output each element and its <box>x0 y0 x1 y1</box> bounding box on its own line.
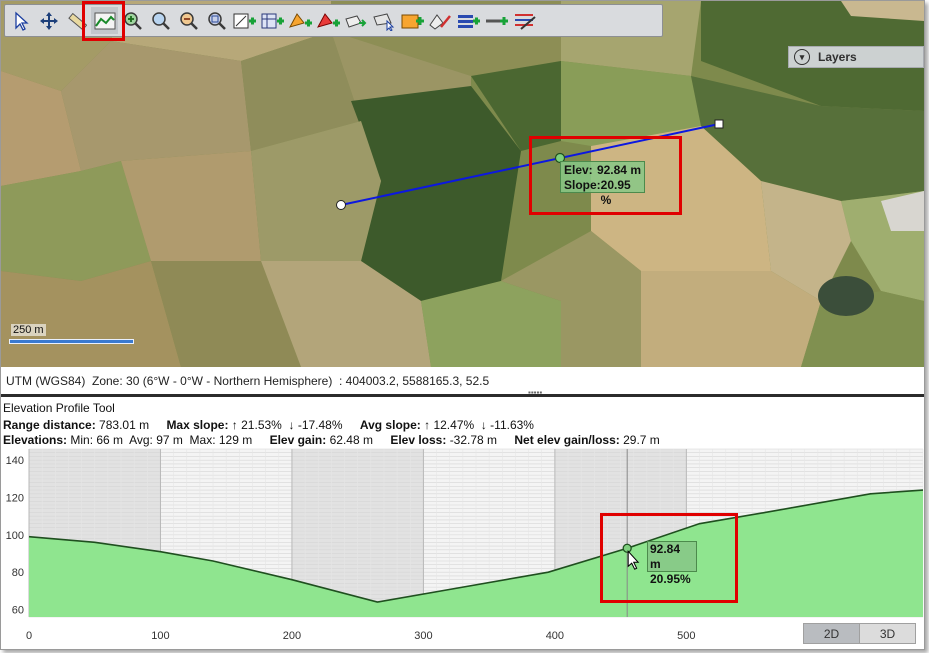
y-tick-label: 80 <box>12 567 24 579</box>
coordinate-readout: UTM (WGS84) Zone: 30 (6°W - 0°W - Northe… <box>6 374 490 388</box>
avg-slope-value: ↑ 12.47% ↓ -11.63% <box>424 418 534 432</box>
layer-style-icon[interactable] <box>511 7 538 34</box>
add-table-icon[interactable] <box>259 7 286 34</box>
add-polygon-red-icon[interactable] <box>315 7 342 34</box>
elev-loss-label: Elev loss: <box>390 433 447 447</box>
y-tick-label: 120 <box>6 493 24 505</box>
zoom-extent-icon[interactable] <box>203 7 230 34</box>
y-tick-label: 60 <box>12 605 24 617</box>
net-elev-label: Net elev gain/loss: <box>514 433 620 447</box>
zoom-out-icon[interactable] <box>175 7 202 34</box>
max-slope-value: ↑ 21.53% ↓ -17.48% <box>231 418 343 432</box>
edit-pen-icon[interactable] <box>427 7 454 34</box>
profile-stats-line-1: Range distance: 783.01 m Max slope: ↑ 21… <box>3 418 534 432</box>
x-tick-label: 500 <box>677 630 695 642</box>
panel-title: Elevation Profile Tool <box>3 401 115 415</box>
app-window: ▾ Layers Elev: 92.84 m Slope: 20.95 % 250 … <box>0 0 925 650</box>
add-grid-icon[interactable] <box>231 7 258 34</box>
y-tick-label: 140 <box>6 455 24 467</box>
aerial-imagery <box>1 1 924 367</box>
view-mode-toggle: 2D 3D <box>803 623 916 644</box>
elev-gain-label: Elev gain: <box>269 433 327 447</box>
zoom-icon[interactable] <box>147 7 174 34</box>
layers-label: Layers <box>818 50 857 64</box>
coordinate-statusbar: UTM (WGS84) Zone: 30 (6°W - 0°W - Northe… <box>1 367 924 395</box>
scale-label: 250 m <box>11 324 46 336</box>
x-tick-label: 100 <box>151 630 169 642</box>
max-slope-label: Max slope: <box>166 418 229 432</box>
profile-stats-line-2: Elevations: Min: 66 m Avg: 97 m Max: 129… <box>3 433 660 447</box>
elevation-profile-chart[interactable]: 60 80 100 120 140 0 100 200 300 400 500 <box>1 447 924 647</box>
x-tick-label: 300 <box>414 630 432 642</box>
toggle-2d-button[interactable]: 2D <box>804 624 860 643</box>
y-tick-label: 100 <box>6 530 24 542</box>
move-area-icon[interactable] <box>343 7 370 34</box>
select-arrow-icon[interactable] <box>7 7 34 34</box>
elevations-value: Min: 66 m Avg: 97 m Max: 129 m <box>70 433 253 447</box>
x-tick-label: 0 <box>26 630 32 642</box>
add-polygon-icon[interactable] <box>287 7 314 34</box>
panel-splitter[interactable]: ▪▪▪▪▪ <box>1 388 924 397</box>
highlight-chart-tooltip-box <box>600 513 738 603</box>
add-rectangle-icon[interactable] <box>399 7 426 34</box>
x-tick-label: 400 <box>546 630 564 642</box>
scale-bar <box>9 339 134 344</box>
net-elev-value: 29.7 m <box>623 433 660 447</box>
range-label: Range distance: <box>3 418 96 432</box>
pan-icon[interactable] <box>35 7 62 34</box>
avg-slope-label: Avg slope: <box>359 418 421 432</box>
splitter-grip-icon: ▪▪▪▪▪ <box>528 388 543 397</box>
toggle-3d-button[interactable]: 3D <box>860 624 915 643</box>
elev-gain-value: 62.48 m <box>329 433 373 447</box>
elev-loss-value: -32.78 m <box>449 433 498 447</box>
add-list-icon[interactable] <box>455 7 482 34</box>
map-view[interactable]: ▾ Layers Elev: 92.84 m Slope: 20.95 % 250 … <box>1 1 924 367</box>
elevations-label: Elevations: <box>3 433 68 447</box>
layers-panel-toggle[interactable]: ▾ Layers <box>788 46 924 68</box>
chevron-down-icon: ▾ <box>794 49 810 65</box>
x-tick-label: 200 <box>283 630 301 642</box>
highlight-map-tooltip-box <box>529 136 682 215</box>
highlight-tool-box <box>82 1 125 41</box>
select-area-icon[interactable] <box>371 7 398 34</box>
add-line-icon[interactable] <box>483 7 510 34</box>
range-value: 783.01 m <box>99 418 150 432</box>
